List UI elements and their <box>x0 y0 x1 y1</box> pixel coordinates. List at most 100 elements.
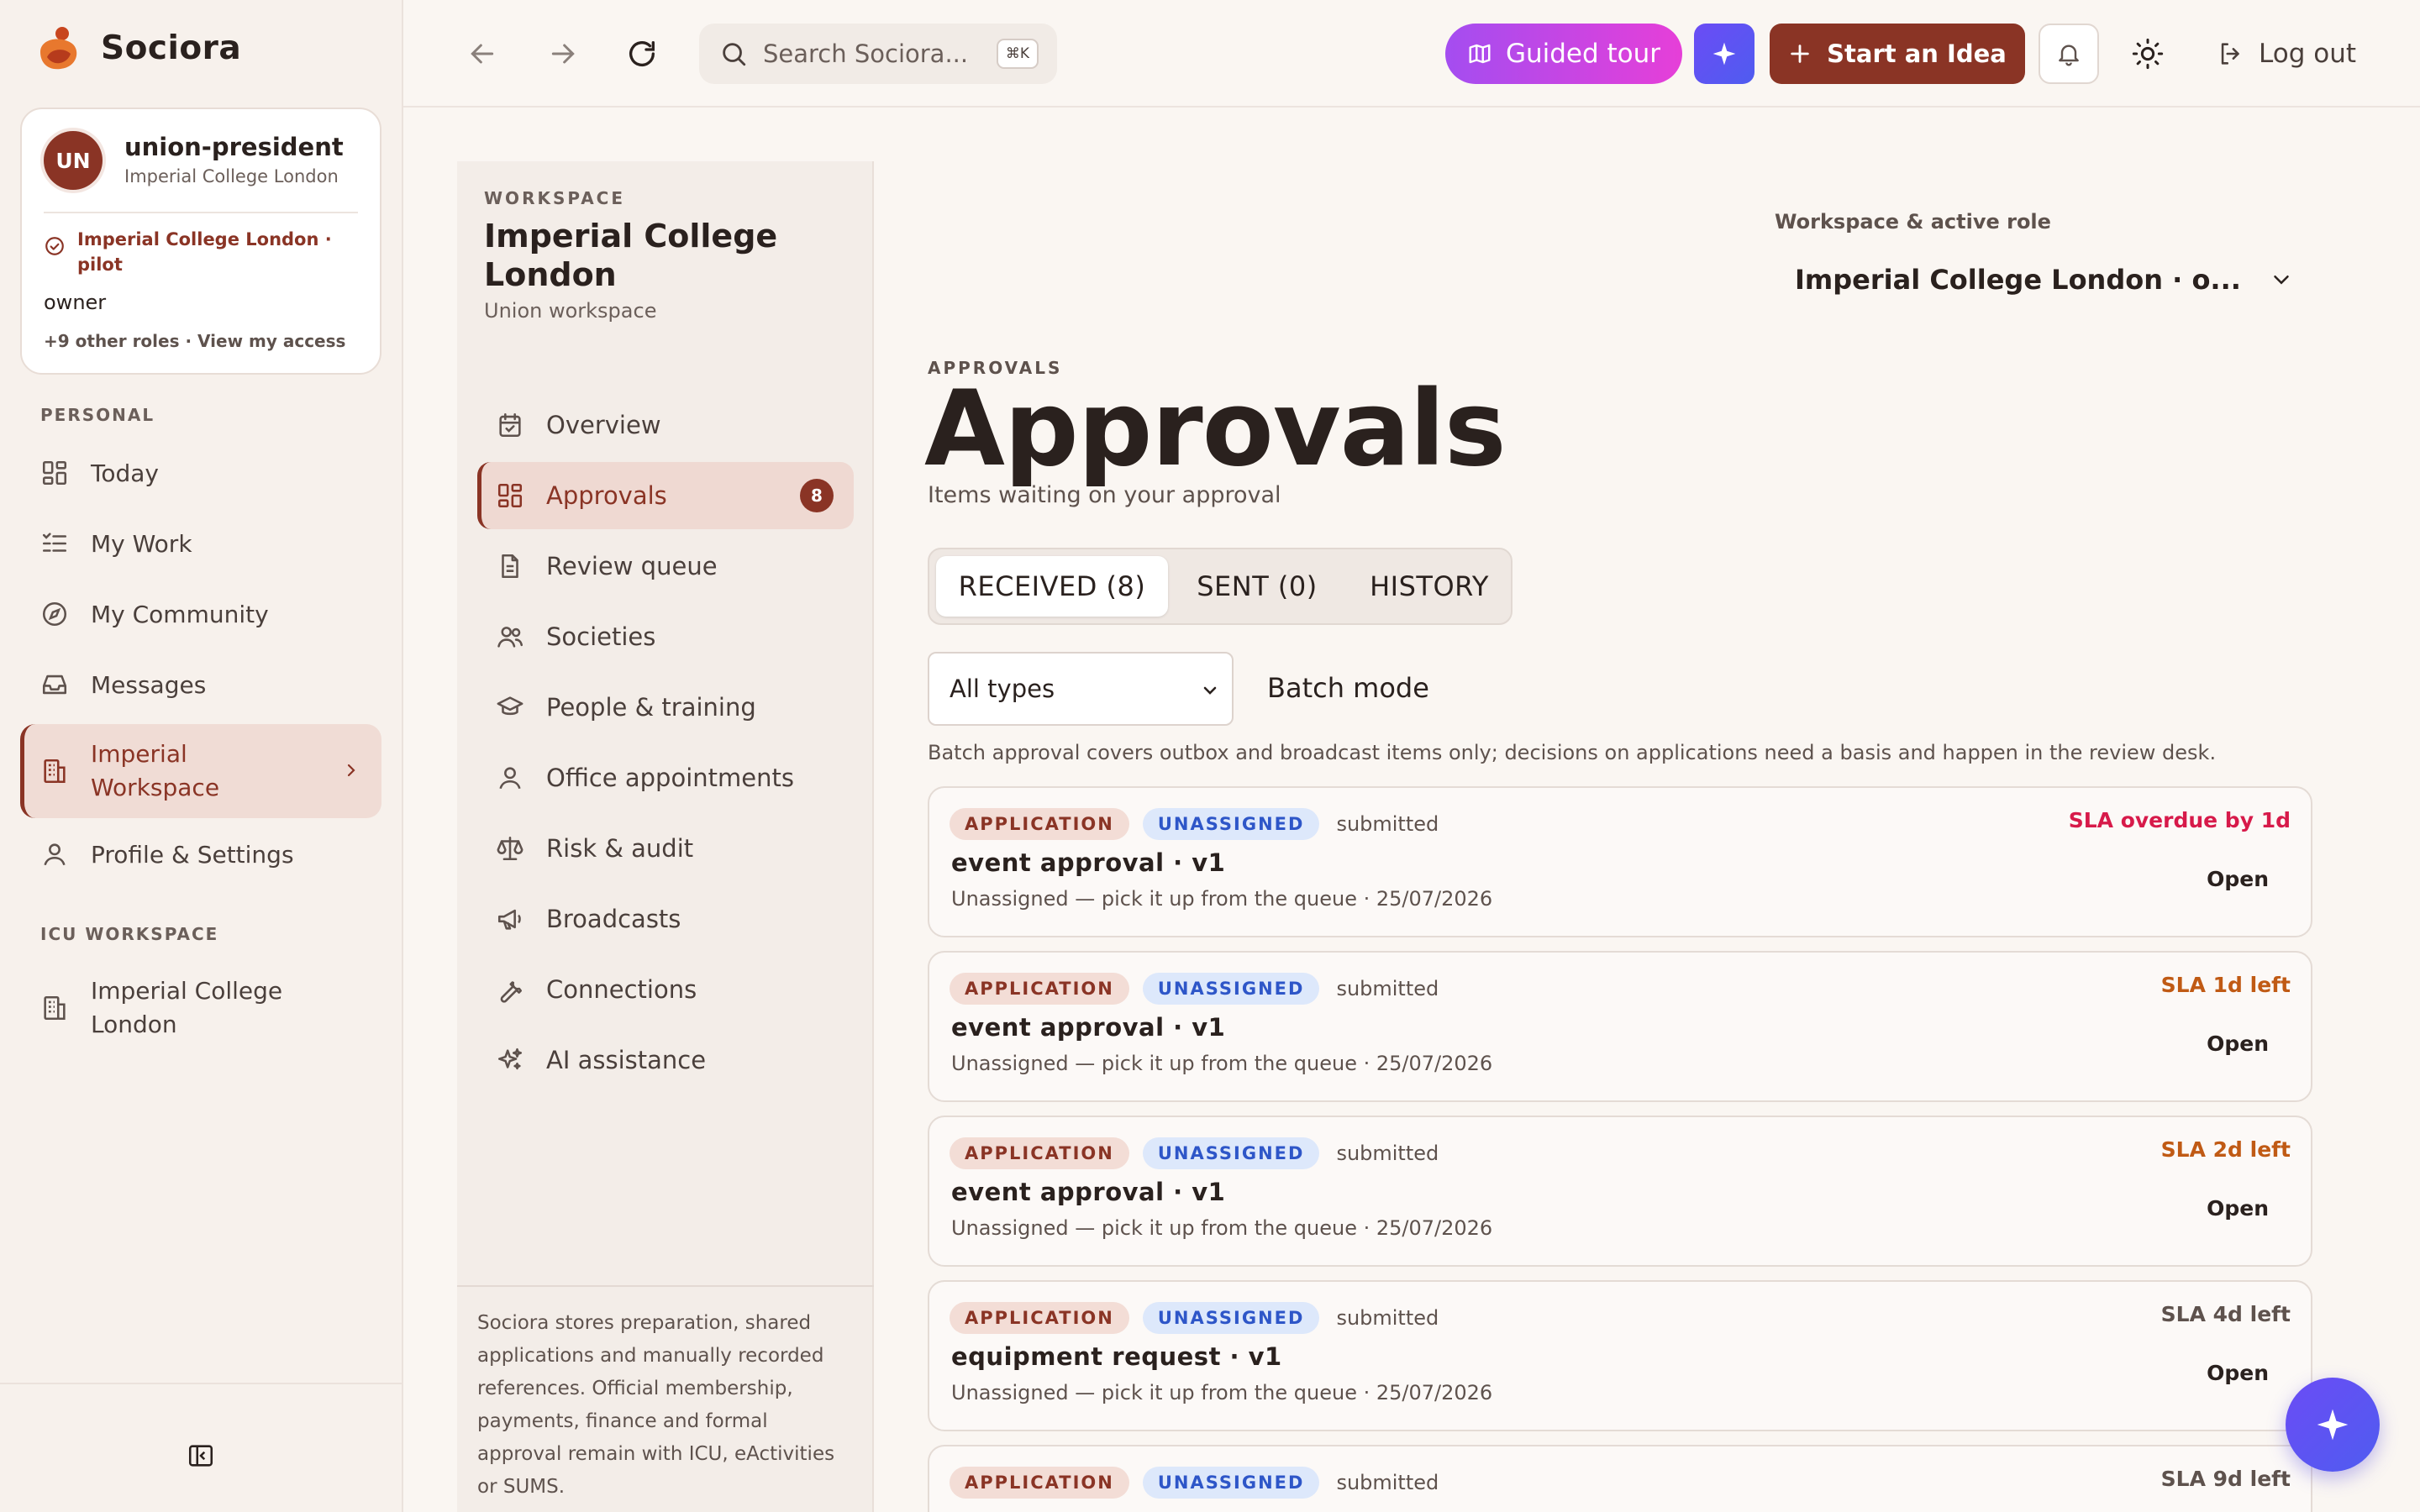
users-icon <box>497 627 523 648</box>
user-org: Imperial College London <box>124 166 339 186</box>
approval-card[interactable]: APPLICATION UNASSIGNED submitted event a… <box>928 1116 2312 1267</box>
open-button[interactable]: Open <box>2207 867 2269 891</box>
type-tag: APPLICATION <box>950 1302 1129 1334</box>
megaphone-icon <box>497 909 521 930</box>
sidebar-item-label: Today <box>91 459 159 487</box>
card-title: event approval · v1 <box>951 1013 1226 1042</box>
brand[interactable]: Sociora <box>35 24 241 72</box>
ai-assistant-button[interactable] <box>1694 24 1754 84</box>
sidebar-item-label: My Work <box>91 529 192 558</box>
workspace-item-label: AI assistance <box>546 1046 707 1074</box>
notifications-button[interactable] <box>2039 24 2099 84</box>
workspace-item-people-training[interactable]: People & training <box>477 674 854 741</box>
user-card[interactable]: UN union-president Imperial College Lond… <box>20 108 381 375</box>
role-picker[interactable]: Imperial College London · o... <box>1795 264 2294 296</box>
tab-sent[interactable]: SENT (0) <box>1181 556 1333 617</box>
view-access-link[interactable]: +9 other roles · View my access <box>44 331 345 351</box>
dashboard-icon <box>42 460 67 486</box>
workspace-item-societies[interactable]: Societies <box>477 603 854 670</box>
sla-badge: SLA 2d left <box>2160 1137 2291 1162</box>
workspace-item-connections[interactable]: Connections <box>477 956 854 1023</box>
card-meta: Unassigned — pick it up from the queue ·… <box>951 1052 1493 1075</box>
forward-button[interactable] <box>546 37 580 71</box>
approval-card[interactable]: APPLICATION UNASSIGNED submitted SLA 9d … <box>928 1445 2312 1512</box>
sidebar-item-label: Imperial Workspace <box>91 740 220 801</box>
calendar-icon <box>499 412 521 438</box>
type-filter-select[interactable]: All types <box>928 652 1234 726</box>
open-button[interactable]: Open <box>2207 1032 2269 1056</box>
building-icon <box>44 995 66 1021</box>
refresh-button[interactable] <box>625 37 659 71</box>
workspace-item-review-queue[interactable]: Review queue <box>477 533 854 600</box>
back-button[interactable] <box>466 37 499 71</box>
divider <box>0 1383 403 1384</box>
grid-icon <box>497 483 523 508</box>
refresh-icon <box>629 41 655 67</box>
sidebar-item-profile-settings[interactable]: Profile & Settings <box>20 825 381 884</box>
tab-history[interactable]: HISTORY <box>1349 556 1509 617</box>
role-picker-label: Workspace & active role <box>1775 210 2051 234</box>
sidebar-item-imperial-workspace[interactable]: Imperial Workspace <box>20 724 381 818</box>
logout-button[interactable]: Log out <box>2217 24 2356 84</box>
search-input[interactable]: Search Sociora... ⌘K <box>699 24 1057 84</box>
ai-assistant-fab[interactable] <box>2286 1378 2380 1472</box>
sidebar-item-icu-imperial[interactable]: Imperial College London <box>20 966 381 1050</box>
assignee-tag: UNASSIGNED <box>1142 973 1320 1005</box>
sidebar-item-label: Profile & Settings <box>91 840 294 869</box>
workspace-item-label: Broadcasts <box>546 905 681 933</box>
workspace-kicker: WORKSPACE <box>484 188 626 208</box>
section-label-icu: ICU WORKSPACE <box>40 924 219 944</box>
sidebar-item-today[interactable]: Today <box>20 444 381 502</box>
workspace-item-risk-audit[interactable]: Risk & audit <box>477 815 854 882</box>
theme-toggle-button[interactable] <box>2131 37 2165 71</box>
workspace-subtitle: Union workspace <box>484 299 657 323</box>
approval-card[interactable]: APPLICATION UNASSIGNED submitted event a… <box>928 951 2312 1102</box>
sidebar-item-messages[interactable]: Messages <box>20 655 381 714</box>
batch-mode-toggle[interactable]: Batch mode <box>1267 672 1429 704</box>
compass-icon <box>42 601 67 627</box>
card-title: event approval · v1 <box>951 848 1226 877</box>
card-meta: Unassigned — pick it up from the queue ·… <box>951 1216 1493 1240</box>
building-icon <box>44 759 66 784</box>
open-button[interactable]: Open <box>2207 1196 2269 1221</box>
search-shortcut: ⌘K <box>997 39 1039 69</box>
batch-note: Batch approval covers outbox and broadca… <box>928 741 2217 764</box>
collapse-sidebar-button[interactable] <box>187 1441 215 1470</box>
status-text: submitted <box>1336 812 1439 836</box>
sla-badge: SLA overdue by 1d <box>2068 808 2291 832</box>
sidebar-item-my-community[interactable]: My Community <box>20 585 381 643</box>
workspace-item-ai-assistance[interactable]: AI assistance <box>477 1026 854 1094</box>
top-bar: Search Sociora... ⌘K Guided tour Start a… <box>403 0 2420 108</box>
search-icon <box>723 43 746 66</box>
tab-received[interactable]: RECEIVED (8) <box>936 556 1168 617</box>
person-icon <box>499 767 521 790</box>
status-text: submitted <box>1336 1142 1439 1165</box>
sidebar-item-label: Imperial College London <box>91 977 283 1038</box>
chevron-right-icon <box>347 764 355 777</box>
guided-tour-button[interactable]: Guided tour <box>1445 24 1682 84</box>
assignee-tag: UNASSIGNED <box>1142 808 1320 840</box>
approval-card[interactable]: APPLICATION UNASSIGNED submitted event a… <box>928 786 2312 937</box>
sidebar-item-my-work[interactable]: My Work <box>20 514 381 573</box>
workspace-item-overview[interactable]: Overview <box>477 391 854 459</box>
start-idea-button[interactable]: Start an Idea <box>1770 24 2025 84</box>
brand-name: Sociora <box>101 29 242 67</box>
role-picker-value: Imperial College London · o... <box>1795 264 2241 296</box>
approval-card[interactable]: APPLICATION UNASSIGNED submitted equipme… <box>928 1280 2312 1431</box>
sla-badge: SLA 4d left <box>2160 1302 2291 1326</box>
card-tags: APPLICATION UNASSIGNED submitted <box>950 1137 1439 1169</box>
user-role: owner <box>44 291 107 314</box>
workspace-item-office-appointments[interactable]: Office appointments <box>477 744 854 811</box>
workspace-item-label: Approvals <box>546 481 667 510</box>
assignee-tag: UNASSIGNED <box>1142 1137 1320 1169</box>
workspace-item-label: Connections <box>546 975 697 1004</box>
workspace-item-approvals[interactable]: Approvals 8 <box>477 462 854 529</box>
search-placeholder: Search Sociora... <box>763 39 969 68</box>
type-tag: APPLICATION <box>950 808 1129 840</box>
workspace-item-broadcasts[interactable]: Broadcasts <box>477 885 854 953</box>
pilot-label: Imperial College London · pilot <box>77 229 332 275</box>
arrow-left-icon <box>471 44 494 64</box>
sidebar-item-label: Messages <box>91 670 207 699</box>
open-button[interactable]: Open <box>2207 1361 2269 1385</box>
card-meta: Unassigned — pick it up from the queue ·… <box>951 1381 1493 1404</box>
